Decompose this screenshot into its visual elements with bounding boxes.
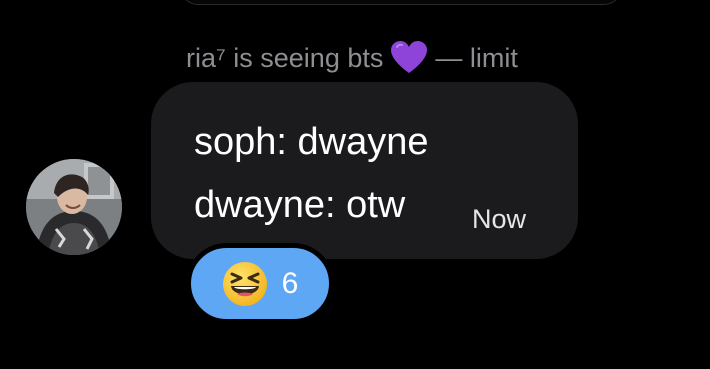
purple-heart-icon [391,41,428,73]
sender-suffix: — limit [435,42,518,73]
grinning-squinting-face-icon [222,261,267,306]
message-line: dwayne: otw [194,184,406,226]
sender-name: ria⁷ is seeing bts [186,42,384,73]
sender-header: ria⁷ is seeing bts — limit [186,40,518,76]
avatar[interactable] [26,159,122,255]
reaction-count: 6 [281,266,299,300]
message-line: soph: dwayne [194,121,429,163]
chat-screen: ria⁷ is seeing bts — limit soph: dwayne … [0,0,710,369]
previous-message-bubble[interactable] [180,0,622,5]
avatar-photo [26,159,122,255]
message-bubble[interactable]: soph: dwayne dwayne: otw Now [151,82,578,259]
reaction-button[interactable]: 6 [186,243,334,324]
message-timestamp: Now [472,204,527,234]
